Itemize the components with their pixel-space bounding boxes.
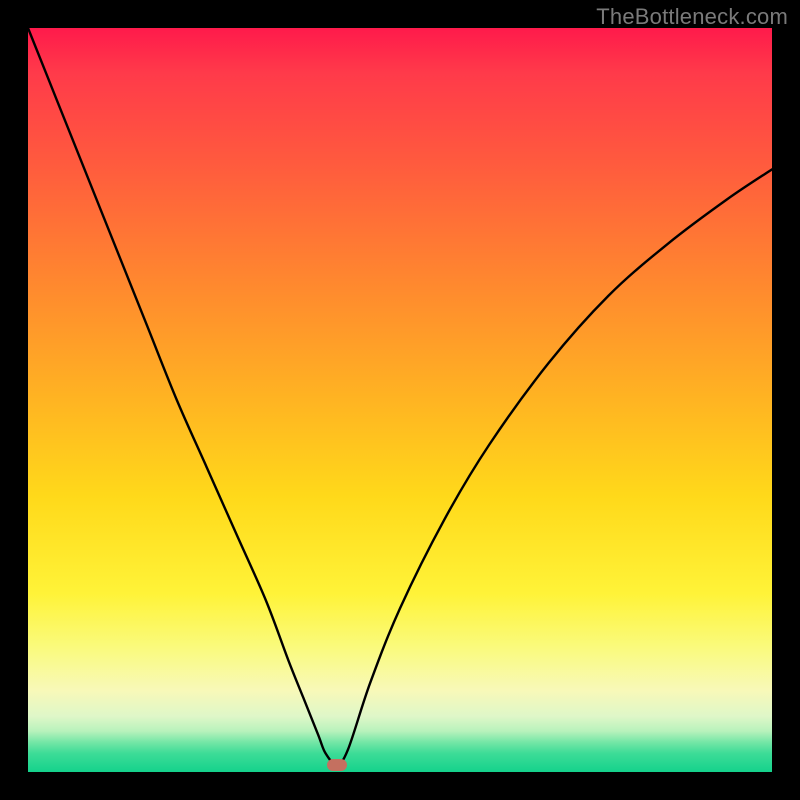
chart-frame: TheBottleneck.com (0, 0, 800, 800)
watermark-label: TheBottleneck.com (596, 4, 788, 30)
minimum-marker-icon (327, 759, 347, 771)
bottleneck-curve (28, 28, 772, 772)
chart-plot-area (28, 28, 772, 772)
